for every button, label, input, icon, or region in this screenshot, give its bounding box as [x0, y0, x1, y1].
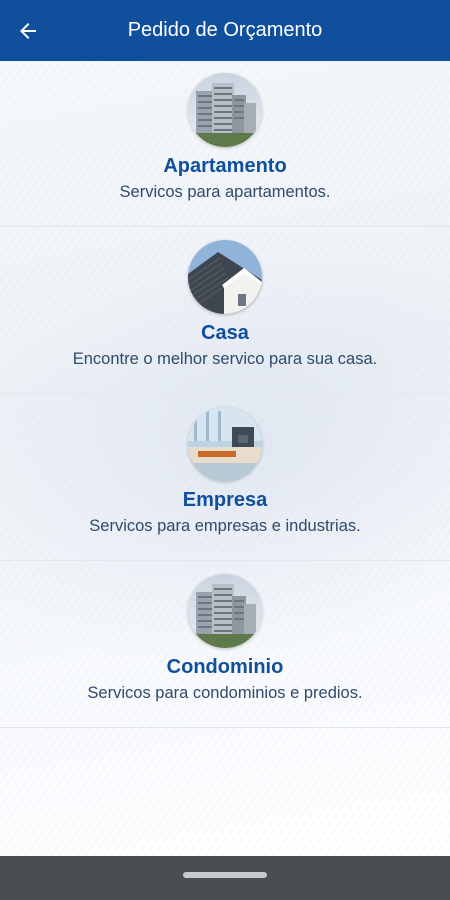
condominium-buildings-image [188, 574, 262, 648]
option-description: Servicos para condominios e predios. [87, 684, 363, 702]
house-roof-image [188, 240, 262, 314]
option-description: Servicos para empresas e industrias. [89, 517, 361, 535]
app-bar: Pedido de Orçamento [0, 0, 450, 61]
option-card-empresa[interactable]: Empresa Servicos para empresas e industr… [0, 395, 450, 561]
options-list: Apartamento Servicos para apartamentos. … [0, 61, 450, 856]
page-title: Pedido de Orçamento [127, 19, 323, 41]
option-card-apartamento[interactable]: Apartamento Servicos para apartamentos. [0, 61, 450, 227]
office-interior-image [188, 407, 262, 481]
option-title: Condominio [166, 656, 284, 678]
apartment-buildings-image [188, 73, 262, 147]
system-navigation-bar [0, 856, 450, 900]
option-description: Encontre o melhor servico para sua casa. [72, 350, 378, 368]
option-card-casa[interactable]: Casa Encontre o melhor servico para sua … [0, 228, 450, 394]
option-title: Empresa [182, 489, 268, 511]
option-card-condominio[interactable]: Condominio Servicos para condominios e p… [0, 562, 450, 728]
option-description: Servicos para apartamentos. [119, 183, 331, 201]
home-gesture-handle[interactable] [183, 872, 267, 878]
option-title: Casa [201, 322, 249, 344]
option-title: Apartamento [163, 155, 287, 177]
